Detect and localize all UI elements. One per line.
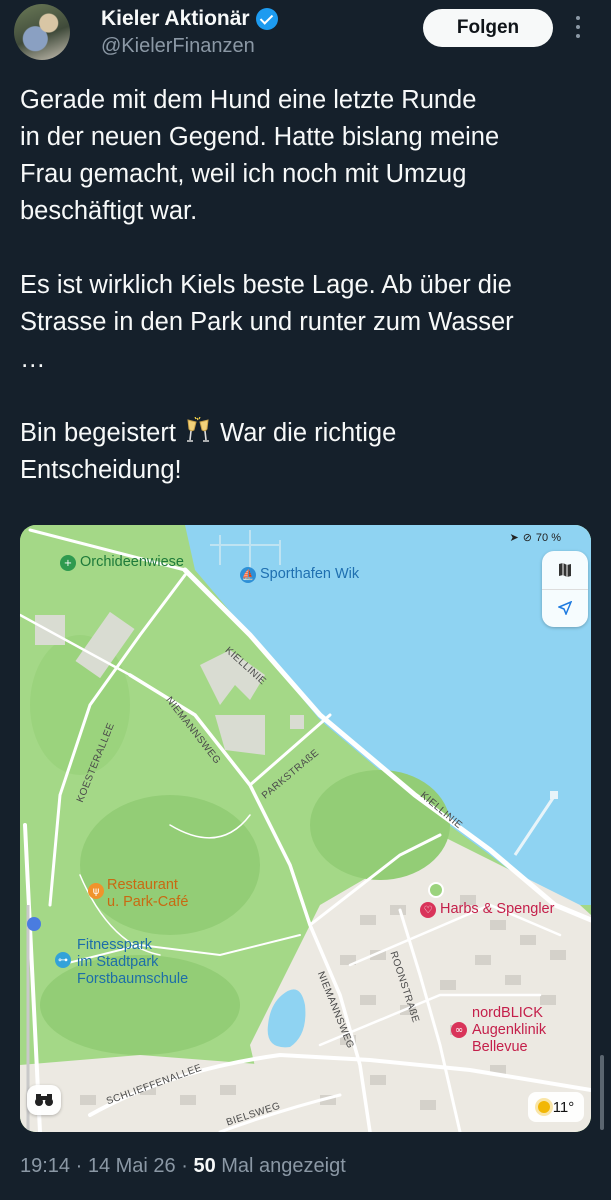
verified-badge-icon: [255, 8, 278, 30]
binoculars-icon[interactable]: [27, 1085, 61, 1115]
location-arrow-icon: ➤: [509, 532, 519, 544]
clinking-glasses-emoji-icon: [187, 417, 210, 442]
tweet-date[interactable]: 14 Mai 26: [88, 1155, 176, 1177]
link-icon: ⊘: [522, 532, 532, 544]
clinic-pin-icon[interactable]: ∞: [451, 1022, 467, 1038]
weather-temperature: 11°: [552, 1098, 575, 1116]
more-vertical-icon[interactable]: [568, 12, 588, 42]
map-mode-icon[interactable]: [542, 551, 588, 590]
map-screenshot[interactable]: ➤ ⊘ 70 % + Orchideenwiese ⛵ Sporthafen W…: [20, 525, 591, 1132]
poi-nordblick[interactable]: nordBLICK Augenklinik Bellevue: [472, 1005, 546, 1056]
author-name-row[interactable]: Kieler Aktionär: [101, 7, 278, 31]
tweet-header: Kieler Aktionär @KielerFinanzen Folgen: [0, 0, 611, 75]
poi-fitnesspark[interactable]: Fitnesspark im Stadtpark Forstbaumschule: [77, 937, 188, 988]
tweet-time[interactable]: 19:14: [20, 1155, 70, 1177]
tweet-text-part-1: Gerade mit dem Hund eine letzte Runde in…: [20, 86, 514, 447]
follow-button[interactable]: Folgen: [423, 9, 553, 47]
navigation-arrow-icon[interactable]: [542, 589, 588, 627]
avatar[interactable]: [14, 4, 70, 60]
poi-orchideenwiese[interactable]: Orchideenwiese: [80, 554, 184, 571]
park-pin-icon[interactable]: +: [60, 555, 76, 571]
scrollbar[interactable]: [600, 1055, 604, 1130]
views-label: Mal angezeigt: [215, 1155, 346, 1177]
battery-label: 70 %: [535, 531, 561, 544]
shop-pin-icon[interactable]: ♡: [420, 902, 436, 918]
map-controls: [542, 551, 588, 627]
poi-restaurant-park-cafe[interactable]: Restaurant u. Park-Café: [107, 877, 188, 911]
fitness-pin-icon[interactable]: ⊶: [55, 952, 71, 968]
author-handle[interactable]: @KielerFinanzen: [101, 35, 255, 58]
poi-sporthafen-wik[interactable]: Sporthafen Wik: [260, 566, 359, 583]
author-name[interactable]: Kieler Aktionär: [101, 7, 250, 31]
marina-pin-icon[interactable]: ⛵: [240, 567, 256, 583]
weather-badge[interactable]: 11°: [528, 1092, 584, 1122]
location-marker: [428, 882, 444, 898]
tweet-text: Gerade mit dem Hund eine letzte Runde in…: [20, 82, 600, 489]
poi-harbs-spengler[interactable]: Harbs & Spengler: [440, 901, 554, 918]
status-bar: ➤ ⊘ 70 %: [509, 531, 561, 545]
transit-pin-icon[interactable]: [27, 917, 41, 931]
sun-icon: [537, 1101, 550, 1113]
views-count: 50: [193, 1155, 216, 1177]
restaurant-pin-icon[interactable]: ψ: [88, 883, 104, 899]
tweet-meta: 19:14 · 14 Mai 26 · 50 Mal angezeigt: [20, 1155, 346, 1177]
